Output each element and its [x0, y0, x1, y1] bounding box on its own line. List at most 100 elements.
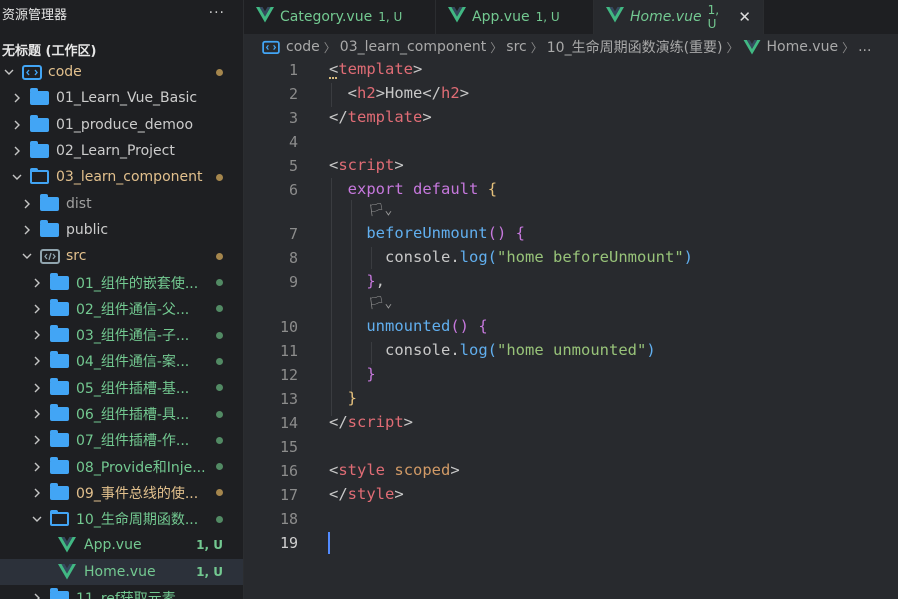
chevron-right-icon [30, 433, 44, 447]
more-actions-icon[interactable]: ··· [209, 5, 235, 21]
untracked-dot [216, 463, 223, 471]
breadcrumb-item[interactable]: src [506, 39, 526, 55]
line-number: 10 [279, 318, 298, 336]
folder-icon [50, 351, 70, 369]
line-number: 8 [288, 249, 298, 267]
tree-label: 01_produce_demoo [56, 116, 194, 133]
tree-item-file[interactable]: App.vue 1, U [0, 532, 243, 558]
chevron-right-icon [20, 197, 34, 211]
folder-icon [50, 298, 70, 317]
tree-item-src[interactable]: src [0, 243, 243, 269]
vue-file-icon [58, 563, 78, 580]
tree-label: Home.vue [84, 563, 156, 580]
codelens-icon[interactable]: 🏳⌄ [368, 296, 392, 311]
chevron-right-icon [30, 381, 44, 395]
modified-dot [216, 252, 223, 260]
chevron-right-icon: 〉 [842, 40, 855, 55]
folder-icon [30, 141, 50, 159]
tree-item-folder[interactable]: dist [0, 190, 243, 216]
line-number: 3 [288, 109, 298, 127]
tree-item-folder[interactable]: 05_组件插槽-基... [0, 375, 243, 401]
tree-label: code [48, 64, 82, 81]
modified-dot [216, 489, 223, 497]
codelens-icon[interactable]: 🏳⌄ [368, 203, 392, 218]
tree-label: 03_learn_component [56, 169, 203, 186]
chevron-right-icon [30, 328, 44, 342]
tree-item-folder[interactable]: 02_组件通信-父... [0, 296, 243, 322]
close-icon[interactable]: ✕ [738, 8, 751, 26]
vue-file-icon [256, 7, 274, 27]
git-badge: 1, U [196, 538, 223, 553]
code-line-6: export default { [347, 180, 498, 198]
tab-badge: 1, U [707, 3, 720, 31]
tree-item-folder[interactable]: 02_Learn_Project [0, 138, 243, 164]
untracked-dot [216, 331, 223, 339]
folder-icon [30, 114, 50, 133]
tree-item-folder[interactable]: 01_组件的嵌套使... [0, 269, 243, 295]
chevron-right-icon [10, 144, 24, 158]
tree-label: 02_组件通信-父... [76, 301, 190, 318]
breadcrumb-item[interactable]: 10_生命周期函数演练(重要) [547, 37, 723, 57]
untracked-dot [216, 436, 223, 444]
tree-item-folder[interactable]: 01_Learn_Vue_Basic [0, 85, 243, 111]
modified-dot [216, 173, 223, 181]
line-number: 15 [279, 438, 298, 456]
line-number: 13 [279, 390, 298, 408]
tree-item-folder[interactable]: 03_learn_component [0, 164, 243, 190]
tree-label: 09_事件总线的使... [76, 485, 199, 502]
chevron-right-icon: 〉 [490, 40, 503, 55]
folder-icon [50, 377, 70, 396]
code-line-2: <h2>Home</h2> [347, 84, 470, 102]
untracked-dot [216, 279, 223, 287]
tree-item-file[interactable]: Home.vue 1, U [0, 558, 243, 585]
tree-item-folder[interactable]: 10_生命周期函数... [0, 506, 243, 532]
chevron-down-icon: ⌄ [384, 203, 393, 218]
tree-item-folder[interactable]: 01_produce_demoo [0, 112, 243, 138]
breadcrumb-item[interactable]: ... [858, 39, 871, 55]
tree-label: 10_生命周期函数... [76, 512, 199, 529]
tab-home-vue[interactable]: Home.vue 1, U ✕ [594, 0, 764, 34]
tree-label: 11_ref获取元素... [76, 588, 189, 599]
tree-item-folder[interactable]: 06_组件插槽-具... [0, 401, 243, 427]
tab-category-vue[interactable]: Category.vue 1, U [244, 0, 436, 34]
chevron-right-icon [30, 407, 44, 421]
untracked-dot [216, 384, 223, 392]
lens-flag-icon: 🏳 [368, 296, 385, 311]
tree-item-folder[interactable]: 04_组件通信-案... [0, 348, 243, 374]
lens-flag-icon: 🏳 [368, 203, 385, 218]
chevron-right-icon [30, 486, 44, 500]
code-line-14: </script> [329, 413, 414, 431]
tab-badge: 1, U [535, 10, 560, 24]
folder-icon [50, 272, 70, 291]
tab-label: Category.vue [280, 9, 373, 25]
code-line-3: </template> [329, 108, 432, 126]
code-line-1: <template> [329, 60, 423, 78]
tree-item-folder[interactable]: 08_Provide和Inje... [0, 453, 243, 479]
tree-label: 04_组件通信-案... [76, 354, 190, 371]
line-number: 11 [279, 342, 298, 360]
untracked-dot [216, 305, 223, 313]
tree-item-folder[interactable]: 07_组件插槽-作... [0, 427, 243, 453]
breadcrumb-item[interactable]: code [286, 39, 320, 55]
tab-label: Home.vue [630, 9, 702, 25]
chevron-right-icon: 〉 [726, 40, 739, 55]
chevron-right-icon [30, 276, 44, 290]
code-editor[interactable]: 1 2 3 4 5 6 7 8 9 10 11 12 13 14 15 16 1… [244, 60, 898, 599]
text-cursor [328, 532, 330, 554]
tab-app-vue[interactable]: App.vue 1, U [436, 0, 594, 34]
tree-label: 08_Provide和Inje... [76, 459, 206, 476]
breadcrumb-item[interactable]: 03_learn_component [340, 39, 486, 55]
folder-icon [50, 588, 70, 599]
code-line-13: } [347, 389, 358, 407]
tree-item-folder[interactable]: 11_ref获取元素... [0, 585, 243, 599]
tree-item-folder[interactable]: public [0, 217, 243, 243]
breadcrumb-item[interactable]: Home.vue [767, 39, 839, 55]
tree-item-code[interactable]: code [0, 59, 243, 85]
git-badge: 1, U [196, 564, 223, 579]
tree-label: dist [66, 195, 92, 212]
tree-label: 02_Learn_Project [56, 143, 175, 160]
tree-item-folder[interactable]: 03_组件通信-子... [0, 322, 243, 348]
tree-item-folder[interactable]: 09_事件总线的使... [0, 480, 243, 506]
chevron-right-icon: 〉 [323, 40, 336, 55]
folder-icon [50, 456, 70, 475]
